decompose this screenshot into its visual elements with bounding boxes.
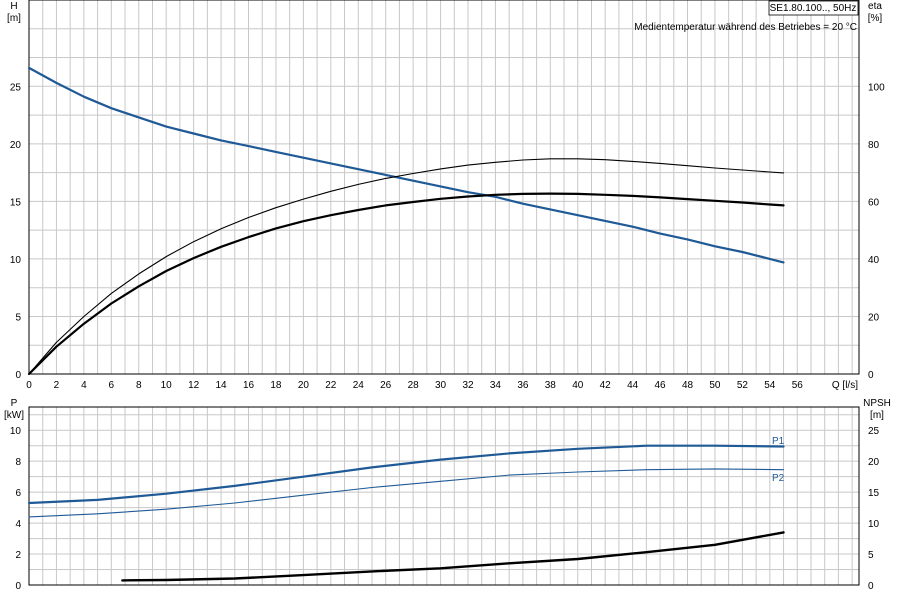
x-tick-label: 56 bbox=[792, 380, 804, 391]
left-tick-label: 5 bbox=[15, 312, 21, 323]
right-tick-label: 0 bbox=[868, 581, 874, 592]
right-tick-label: 20 bbox=[868, 312, 880, 323]
left-tick-label: 10 bbox=[10, 255, 22, 266]
x-axis-label-q: Q [l/s] bbox=[832, 380, 858, 391]
left-tick-label: 4 bbox=[15, 519, 21, 530]
x-tick-labels: 0 2 4 6 8 10 12 14 16 18 20 22 24 26 28 30 32 34 36 38 40 42 4… bbox=[26, 380, 803, 391]
left-tick-label: 6 bbox=[15, 488, 21, 499]
top-series-line-2 bbox=[28, 158, 785, 375]
x-tick-label: 30 bbox=[435, 380, 447, 391]
bottom-grid bbox=[29, 407, 859, 585]
pump-model-title: SE1.80.100.., 50Hz bbox=[770, 3, 857, 14]
right-axis-unit-m: [m] bbox=[870, 410, 884, 421]
bottom-series-line-p2 bbox=[28, 468, 785, 518]
top-series-group bbox=[27, 66, 785, 376]
power-npsh-chart: 0 2 4 6 8 10 0 5 10 15 20 25 P [kW] NPSH [m] P1 P2 bbox=[4, 398, 891, 592]
left-tick-label: 20 bbox=[10, 140, 22, 151]
x-tick-label: 6 bbox=[109, 380, 115, 391]
x-tick-label: 32 bbox=[462, 380, 474, 391]
left-tick-label: 8 bbox=[15, 457, 21, 468]
x-tick-label: 16 bbox=[243, 380, 255, 391]
right-tick-label: 10 bbox=[868, 519, 880, 530]
x-tick-label: 18 bbox=[270, 380, 282, 391]
right-tick-label: 15 bbox=[868, 488, 880, 499]
left-axis-label-p: P bbox=[11, 398, 18, 409]
bottom-plot-frame bbox=[28, 406, 860, 586]
top-right-tick-labels: 0 20 40 60 80 100 bbox=[868, 82, 885, 381]
x-tick-label: 46 bbox=[655, 380, 667, 391]
x-tick-label: 26 bbox=[380, 380, 392, 391]
left-tick-label: 2 bbox=[15, 550, 21, 561]
right-tick-label: 40 bbox=[868, 255, 880, 266]
bottom-right-tick-labels: 0 5 10 15 20 25 bbox=[868, 426, 880, 592]
right-tick-label: 0 bbox=[868, 370, 874, 381]
series-label-p1: P1 bbox=[772, 436, 785, 447]
left-tick-label: 25 bbox=[10, 82, 22, 93]
x-tick-label: 28 bbox=[408, 380, 420, 391]
x-tick-label: 0 bbox=[26, 380, 32, 391]
x-tick-label: 42 bbox=[600, 380, 612, 391]
left-axis-unit-h: [m] bbox=[7, 13, 21, 24]
left-tick-label: 0 bbox=[15, 370, 21, 381]
bottom-left-tick-labels: 0 2 4 6 8 10 bbox=[10, 426, 22, 592]
left-tick-label: 15 bbox=[10, 197, 22, 208]
bottom-series-group bbox=[27, 444, 785, 582]
x-tick-label: 48 bbox=[682, 380, 694, 391]
x-tick-label: 20 bbox=[298, 380, 310, 391]
x-tick-label: 14 bbox=[216, 380, 228, 391]
x-tick-label: 34 bbox=[490, 380, 502, 391]
x-tick-label: 8 bbox=[136, 380, 142, 391]
right-tick-label: 80 bbox=[868, 140, 880, 151]
x-tick-label: 22 bbox=[325, 380, 337, 391]
x-tick-label: 44 bbox=[627, 380, 639, 391]
right-tick-label: 25 bbox=[868, 426, 880, 437]
x-tick-label: 38 bbox=[545, 380, 557, 391]
x-tick-label: 24 bbox=[353, 380, 365, 391]
x-tick-label: 52 bbox=[737, 380, 749, 391]
right-tick-label: 60 bbox=[868, 197, 880, 208]
right-tick-label: 20 bbox=[868, 457, 880, 468]
x-tick-label: 4 bbox=[81, 380, 87, 391]
series-label-p2: P2 bbox=[772, 473, 785, 484]
temperature-annotation: Medientemperatur während des Betriebes =… bbox=[634, 22, 857, 33]
top-left-tick-labels: 0 5 10 15 20 25 bbox=[10, 82, 22, 381]
right-tick-label: 5 bbox=[868, 550, 874, 561]
left-tick-label: 0 bbox=[15, 581, 21, 592]
qh-eta-chart: 0510152025 020406080100 0 2 4 6 8 10 12 14 16 18 2… bbox=[7, 0, 885, 391]
x-tick-label: 50 bbox=[709, 380, 721, 391]
left-axis-unit-kw: [kW] bbox=[4, 410, 24, 421]
bottom-series-line-p1 bbox=[27, 444, 785, 505]
right-tick-label: 100 bbox=[868, 82, 885, 93]
x-tick-label: 54 bbox=[764, 380, 776, 391]
x-tick-label: 10 bbox=[161, 380, 173, 391]
pump-curve-chart: 0 5 10 15 20 25 0 20 40 60 80 100 0 2 4 6 8 10 12 14 16 18 2… bbox=[0, 0, 900, 600]
x-tick-label: 40 bbox=[572, 380, 584, 391]
x-tick-label: 12 bbox=[188, 380, 200, 391]
x-tick-label: 36 bbox=[517, 380, 529, 391]
right-axis-label-npsh: NPSH bbox=[863, 398, 891, 409]
left-axis-label-h: H bbox=[10, 1, 17, 12]
top-series-line-0 bbox=[27, 66, 785, 264]
top-series-line-1 bbox=[27, 192, 785, 376]
left-tick-label: 10 bbox=[10, 426, 22, 437]
right-axis-unit-eta: [%] bbox=[868, 13, 883, 24]
x-tick-label: 2 bbox=[54, 380, 60, 391]
chart-canvas: 0510152025 020406080100 0 2 4 6 8 10 12 14 16 18 2… bbox=[4, 0, 891, 592]
right-axis-label-eta: eta bbox=[868, 1, 882, 12]
